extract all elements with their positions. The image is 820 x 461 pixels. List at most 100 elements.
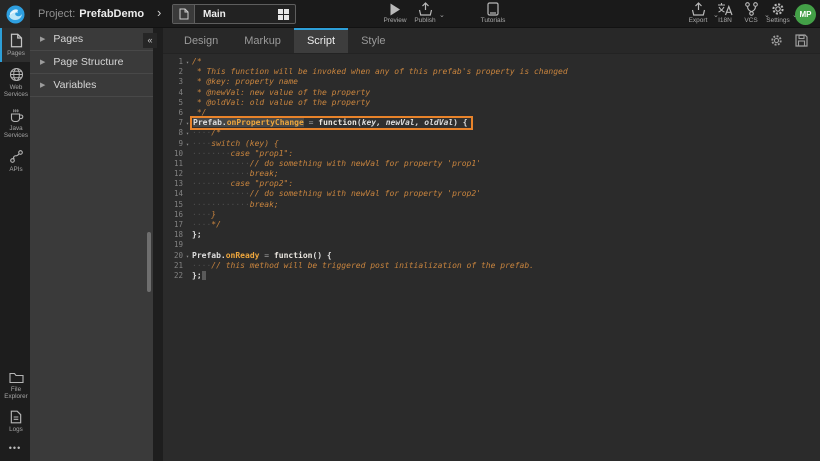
sidebar-item-apis[interactable]: APIs <box>0 144 30 178</box>
chevron-right-icon: ▶ <box>40 81 45 89</box>
line-number: 10 <box>163 149 183 159</box>
code-text: ············// do something with newVal … <box>192 159 481 169</box>
panel-splitter[interactable] <box>153 28 163 461</box>
code-line[interactable]: 14············// do something with newVa… <box>163 189 820 199</box>
globe-icon <box>9 67 24 82</box>
app-logo[interactable] <box>0 0 30 28</box>
fold-marker-icon[interactable]: ▾ <box>183 58 192 68</box>
panel-section-pages[interactable]: ▶ Pages <box>30 28 153 51</box>
code-text: }; <box>192 230 202 240</box>
code-text: Prefab.onReady = function() { <box>192 251 332 261</box>
code-line[interactable]: 3 * @key: property name <box>163 77 820 87</box>
line-number: 19 <box>163 240 183 250</box>
chevron-right-icon: ▶ <box>40 58 45 66</box>
line-number: 15 <box>163 200 183 210</box>
code-line[interactable]: 2 * This function will be invoked when a… <box>163 67 820 77</box>
api-icon <box>9 149 24 164</box>
gear-icon <box>770 34 783 47</box>
code-line[interactable]: 5 * @oldVal: old value of the property <box>163 98 820 108</box>
code-line[interactable]: 21 ····// this method will be triggered p… <box>163 261 820 271</box>
code-line[interactable]: 20▾Prefab.onReady = function() { <box>163 251 820 261</box>
code-line[interactable]: 17····*/ <box>163 220 820 230</box>
panel-section-page-structure[interactable]: ▶Page Structure <box>30 51 153 74</box>
folder-icon <box>9 371 24 384</box>
project-label: Project: <box>38 8 75 20</box>
code-text: ····// this method will be triggered pos… <box>192 261 534 271</box>
publish-button[interactable]: ⌄ Publish <box>403 2 447 27</box>
settings-button[interactable]: ⌄ Settings <box>756 2 800 27</box>
code-line[interactable]: 11············// do something with newVa… <box>163 159 820 169</box>
code-line[interactable]: 7▾Prefab.onPropertyChange = function(key… <box>163 118 820 128</box>
code-text: ····} <box>192 210 216 220</box>
line-number: 7 <box>163 118 183 128</box>
project-breadcrumb: Project:PrefabDemo <box>38 0 144 28</box>
code-line[interactable]: 4 * @newVal: new value of the property <box>163 88 820 98</box>
floppy-disk-icon <box>795 34 808 47</box>
panel-section-label: Pages <box>53 33 83 45</box>
code-line[interactable]: 16 ····} <box>163 210 820 220</box>
sidebar-item-web-services[interactable]: Web Services <box>0 62 30 103</box>
page-grid-icon[interactable] <box>278 9 289 20</box>
pages-icon <box>10 33 23 48</box>
tab-script[interactable]: Script <box>294 28 348 53</box>
code-text: * @oldVal: old value of the property <box>192 98 370 108</box>
code-text: ············// do something with newVal … <box>192 189 481 199</box>
code-line[interactable]: 18}; <box>163 230 820 240</box>
fold-marker-icon[interactable]: ▾ <box>183 252 192 262</box>
code-line[interactable]: 15············break; <box>163 200 820 210</box>
editor-tabbar: DesignMarkupScriptStyle <box>163 28 820 54</box>
logs-icon <box>10 410 22 424</box>
chevron-right-icon: ▶ <box>40 35 45 43</box>
fold-marker-icon[interactable]: ▾ <box>183 119 192 129</box>
code-line[interactable]: 13········case "prop2": <box>163 179 820 189</box>
more-options-button[interactable]: ••• <box>0 437 30 459</box>
code-line[interactable]: 1▾/* <box>163 57 820 67</box>
code-line[interactable]: 10 ········case "prop1": <box>163 149 820 159</box>
play-icon <box>389 2 401 16</box>
user-avatar[interactable]: MP <box>795 4 816 25</box>
code-text: ········case "prop1": <box>192 149 293 159</box>
code-text: ····switch (key) { <box>192 139 279 149</box>
code-line[interactable]: 9▾····switch (key) { <box>163 139 820 149</box>
line-number: 1 <box>163 57 183 67</box>
tab-style[interactable]: Style <box>348 28 398 53</box>
fold-marker-icon[interactable]: ▾ <box>183 129 192 139</box>
code-text: */ <box>192 108 206 118</box>
highlighted-code-box: Prefab.onPropertyChange = function(key, … <box>192 118 471 128</box>
sidebar-item-java-services[interactable]: Java Services <box>0 103 30 144</box>
code-text: * @newVal: new value of the property <box>192 88 370 98</box>
tutorials-button[interactable]: Tutorials <box>471 2 515 27</box>
line-number: 21 <box>163 261 183 271</box>
panel-section-label: Variables <box>53 79 96 91</box>
script-settings-button[interactable] <box>770 34 783 47</box>
code-line[interactable]: 19 <box>163 240 820 250</box>
code-line[interactable]: 12 ············break; <box>163 169 820 179</box>
line-number: 18 <box>163 230 183 240</box>
code-text: ············break; <box>192 169 279 179</box>
line-number: 16 <box>163 210 183 220</box>
panel-collapse-button[interactable]: « <box>143 33 157 48</box>
code-text: * @key: property name <box>192 77 298 87</box>
left-panel: ▶Pages▶Page Structure▶Variables « <box>30 28 153 461</box>
sidebar-item-file-explorer[interactable]: File Explorer <box>0 366 30 405</box>
tab-design[interactable]: Design <box>171 28 231 53</box>
topbar: Project:PrefabDemo › Main Preview ⌄ Publ… <box>0 0 820 28</box>
sidebar-item-pages[interactable]: Pages <box>0 28 30 62</box>
line-number: 17 <box>163 220 183 230</box>
line-number: 12 <box>163 169 183 179</box>
sidebar-item-label: Pages <box>7 50 25 58</box>
save-button[interactable] <box>795 34 808 47</box>
code-line[interactable]: 6 */ <box>163 108 820 118</box>
breadcrumb-chevron-icon: › <box>157 5 161 20</box>
code-area[interactable]: 1▾/*2 * This function will be invoked wh… <box>163 54 820 281</box>
sidebar-item-logs[interactable]: Logs <box>0 405 30 438</box>
panel-scrollbar[interactable] <box>147 232 151 292</box>
code-line[interactable]: 8▾····/* <box>163 128 820 138</box>
line-number: 13 <box>163 179 183 189</box>
panel-section-variables[interactable]: ▶ Variables <box>30 74 153 97</box>
page-selector[interactable]: Main <box>172 4 296 24</box>
code-line[interactable]: 22}; <box>163 271 820 281</box>
tab-markup[interactable]: Markup <box>231 28 294 53</box>
fold-marker-icon[interactable]: ▾ <box>183 140 192 150</box>
line-number: 5 <box>163 98 183 108</box>
